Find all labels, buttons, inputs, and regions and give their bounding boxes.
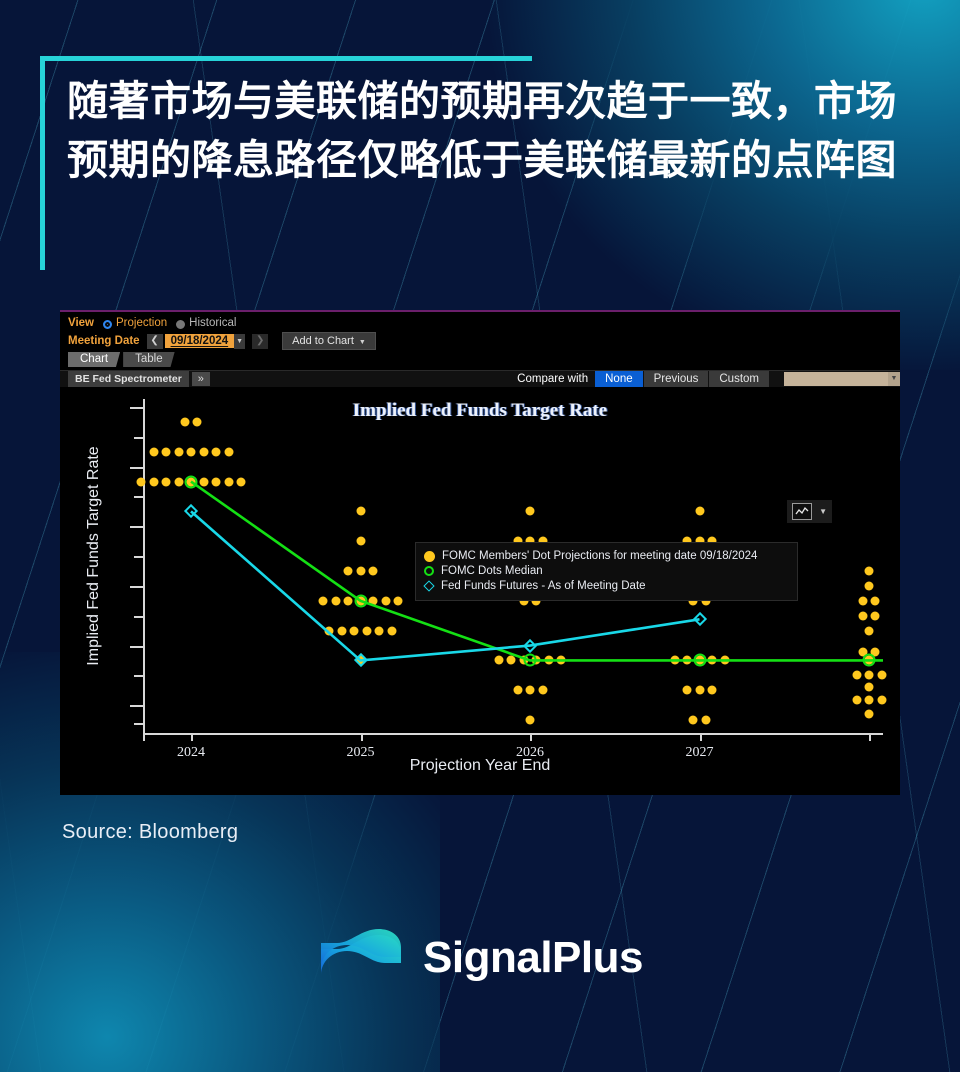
signalplus-wave-logo <box>321 929 402 975</box>
chevron-down-icon: ▼ <box>358 339 366 346</box>
legend-label-futures: Fed Funds Futures - As of Meeting Date <box>441 580 646 592</box>
add-to-chart-button[interactable]: Add to Chart ▼ <box>282 332 376 350</box>
view-option-projection[interactable]: Projection <box>116 317 167 329</box>
radio-historical-icon[interactable] <box>176 319 186 329</box>
open-circle-icon <box>424 566 434 576</box>
legend-label-dots: FOMC Members' Dot Projections for meetin… <box>442 550 758 562</box>
median-marker <box>184 475 198 489</box>
source-caption: Source: Bloomberg <box>62 821 239 843</box>
compare-option-none[interactable]: None <box>595 371 644 387</box>
open-diamond-icon <box>423 580 435 592</box>
breadcrumb[interactable]: BE Fed Spectrometer <box>68 371 189 387</box>
legend-label-median: FOMC Dots Median <box>441 565 543 577</box>
meeting-date-toolbar-row: Meeting Date ❮ 09/18/2024 ▼ ❯ Add to Cha… <box>60 332 900 350</box>
legend-item-median: FOMC Dots Median <box>424 564 789 578</box>
brand-name: SignalPlus <box>423 933 643 982</box>
chevron-down-icon[interactable]: ▼ <box>819 507 827 516</box>
legend-item-futures: Fed Funds Futures - As of Meeting Date <box>423 579 789 593</box>
tab-table[interactable]: Table <box>123 352 175 367</box>
compare-with-group: Compare with None Previous Custom ▼ <box>517 371 900 387</box>
double-chevron-right-icon[interactable]: » <box>191 372 210 386</box>
compare-option-custom[interactable]: Custom <box>709 371 770 387</box>
brand-logo-block: SignalPlus <box>0 925 960 991</box>
median-marker <box>693 653 706 667</box>
chevron-down-icon: ▼ <box>888 372 900 386</box>
chart-type-selector[interactable]: ▼ <box>787 500 832 523</box>
panel-tabs: Chart Table <box>60 352 900 367</box>
accent-corner-rule <box>40 56 532 270</box>
view-label: View <box>68 317 94 329</box>
chevron-down-icon[interactable]: ▼ <box>234 333 246 349</box>
breadcrumb-and-compare-strip: BE Fed Spectrometer » Compare with None … <box>60 370 900 387</box>
page-title: 随著市场与美联储的预期再次趋于一致，市场预期的降息路径仅略低于美联储最新的点阵图 <box>67 78 897 184</box>
legend-item-dots: FOMC Members' Dot Projections for meetin… <box>424 549 789 563</box>
compare-color-swatch-dropdown[interactable]: ▼ <box>784 372 900 386</box>
line-chart-icon <box>792 503 813 520</box>
bloomberg-terminal-screenshot: View Projection Historical Meeting Date … <box>60 310 900 795</box>
filled-dot-icon <box>424 550 435 562</box>
dot-plot-chart: Implied Fed Funds Target Rate Implied Fe… <box>60 387 900 779</box>
compare-option-previous[interactable]: Previous <box>643 371 710 387</box>
add-to-chart-label: Add to Chart <box>292 335 354 347</box>
median-marker <box>862 653 876 667</box>
headline-block: 随著市场与美联储的预期再次趋于一致，市场预期的降息路径仅略低于美联储最新的点阵图 <box>40 56 920 270</box>
radio-projection-icon[interactable] <box>103 319 112 329</box>
view-option-historical[interactable]: Historical <box>189 317 236 329</box>
view-toolbar-row: View Projection Historical <box>60 315 900 331</box>
compare-with-label: Compare with <box>517 373 589 385</box>
meeting-date-input[interactable]: 09/18/2024 <box>164 334 235 348</box>
meeting-date-label: Meeting Date <box>68 335 140 347</box>
chart-legend: FOMC Members' Dot Projections for meetin… <box>415 542 798 601</box>
tab-chart[interactable]: Chart <box>68 352 121 367</box>
median-marker <box>354 594 367 608</box>
chevron-right-icon[interactable]: ❯ <box>252 333 269 349</box>
chevron-left-icon[interactable]: ❮ <box>146 333 163 349</box>
median-marker <box>523 653 537 667</box>
